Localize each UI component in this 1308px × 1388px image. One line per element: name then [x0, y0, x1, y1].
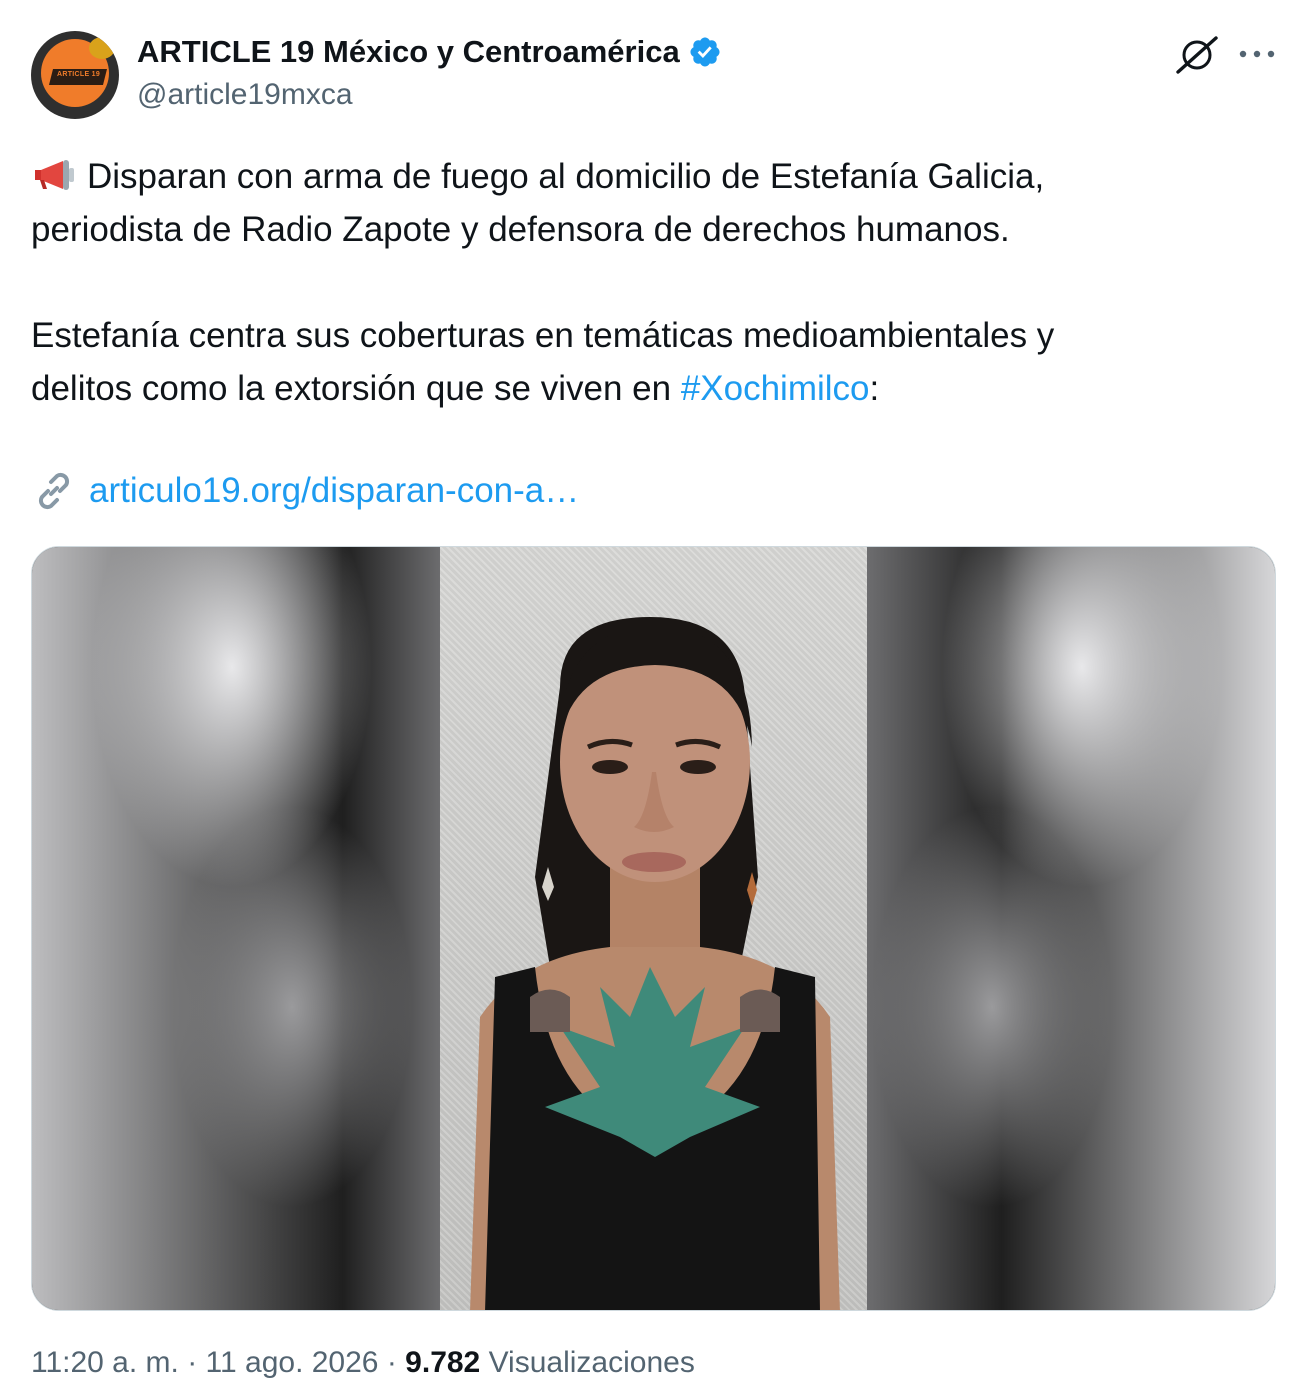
tweet: ARTICLE 19 ARTICLE 19 México y Centroamé…: [0, 0, 1308, 1388]
tweet-line-4-prefix: delitos como la extorsión que se viven e…: [31, 369, 681, 408]
views-label: Visualizaciones: [480, 1346, 695, 1379]
tweet-date[interactable]: 11 ago. 2026: [206, 1346, 379, 1379]
avatar[interactable]: ARTICLE 19: [31, 31, 119, 119]
megaphone-icon: [35, 160, 74, 190]
media-image[interactable]: [31, 546, 1276, 1311]
article-link-row[interactable]: articulo19.org/disparan-con-a…: [31, 468, 579, 514]
avatar-logo-text: ARTICLE 19: [57, 71, 101, 78]
hashtag-link[interactable]: #Xochimilco: [681, 369, 870, 408]
more-options-icon[interactable]: [1236, 40, 1278, 68]
tweet-line-1: Disparan con arma de fuego al domicilio …: [31, 150, 1271, 203]
tweet-line-3: Estefanía centra sus coberturas en temát…: [31, 316, 1055, 355]
tweet-line-4-suffix: :: [869, 369, 880, 408]
verified-badge-icon: [690, 37, 720, 67]
tweet-text: Disparan con arma de fuego al domicilio …: [31, 150, 1271, 415]
author-display-name[interactable]: ARTICLE 19 México y Centroamérica: [137, 34, 680, 70]
views-count[interactable]: 9.782: [405, 1346, 480, 1379]
tweet-line-4: delitos como la extorsión que se viven e…: [31, 362, 1271, 415]
tweet-line-2: periodista de Radio Zapote y defensora d…: [31, 210, 1010, 249]
separator-dot: ·: [178, 1346, 206, 1379]
author-handle[interactable]: @article19mxca: [137, 78, 353, 112]
link-icon: [38, 472, 70, 510]
tweet-line-1-text: Disparan con arma de fuego al domicilio …: [87, 157, 1045, 196]
grok-icon[interactable]: [1174, 34, 1220, 76]
separator-dot: ·: [378, 1346, 406, 1379]
portrait-illustration: [470, 617, 840, 1310]
tweet-meta: 11:20 a. m. · 11 ago. 2026 · 9.782 Visua…: [31, 1346, 695, 1380]
portrait-photo: [440, 547, 867, 1310]
tweet-time[interactable]: 11:20 a. m.: [31, 1346, 179, 1379]
article-link[interactable]: articulo19.org/disparan-con-a…: [89, 471, 579, 511]
author-name-row[interactable]: ARTICLE 19 México y Centroamérica: [137, 34, 722, 70]
